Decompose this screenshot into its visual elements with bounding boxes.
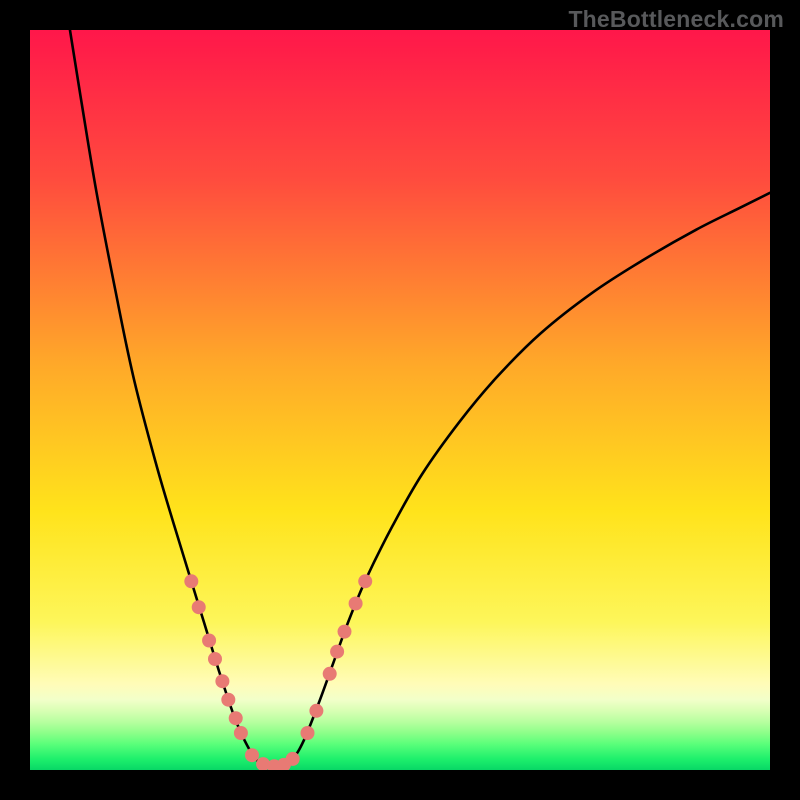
chart-container: TheBottleneck.com xyxy=(0,0,800,800)
marker-dot xyxy=(221,693,235,707)
marker-dot xyxy=(202,634,216,648)
marker-dot xyxy=(215,674,229,688)
marker-dot xyxy=(192,600,206,614)
marker-dot xyxy=(184,574,198,588)
marker-dot xyxy=(229,711,243,725)
bottleneck-curve xyxy=(70,30,770,767)
marker-dot xyxy=(245,748,259,762)
marker-dot xyxy=(349,597,363,611)
marker-dot xyxy=(208,652,222,666)
plot-area xyxy=(30,30,770,770)
curve-layer xyxy=(30,30,770,770)
marker-dot xyxy=(309,704,323,718)
marker-dot xyxy=(330,645,344,659)
marker-dot xyxy=(338,625,352,639)
marker-dot xyxy=(301,726,315,740)
marker-dot xyxy=(358,574,372,588)
marker-dot xyxy=(234,726,248,740)
marker-points xyxy=(184,574,372,770)
watermark: TheBottleneck.com xyxy=(568,6,784,33)
marker-dot xyxy=(286,752,300,766)
marker-dot xyxy=(323,667,337,681)
